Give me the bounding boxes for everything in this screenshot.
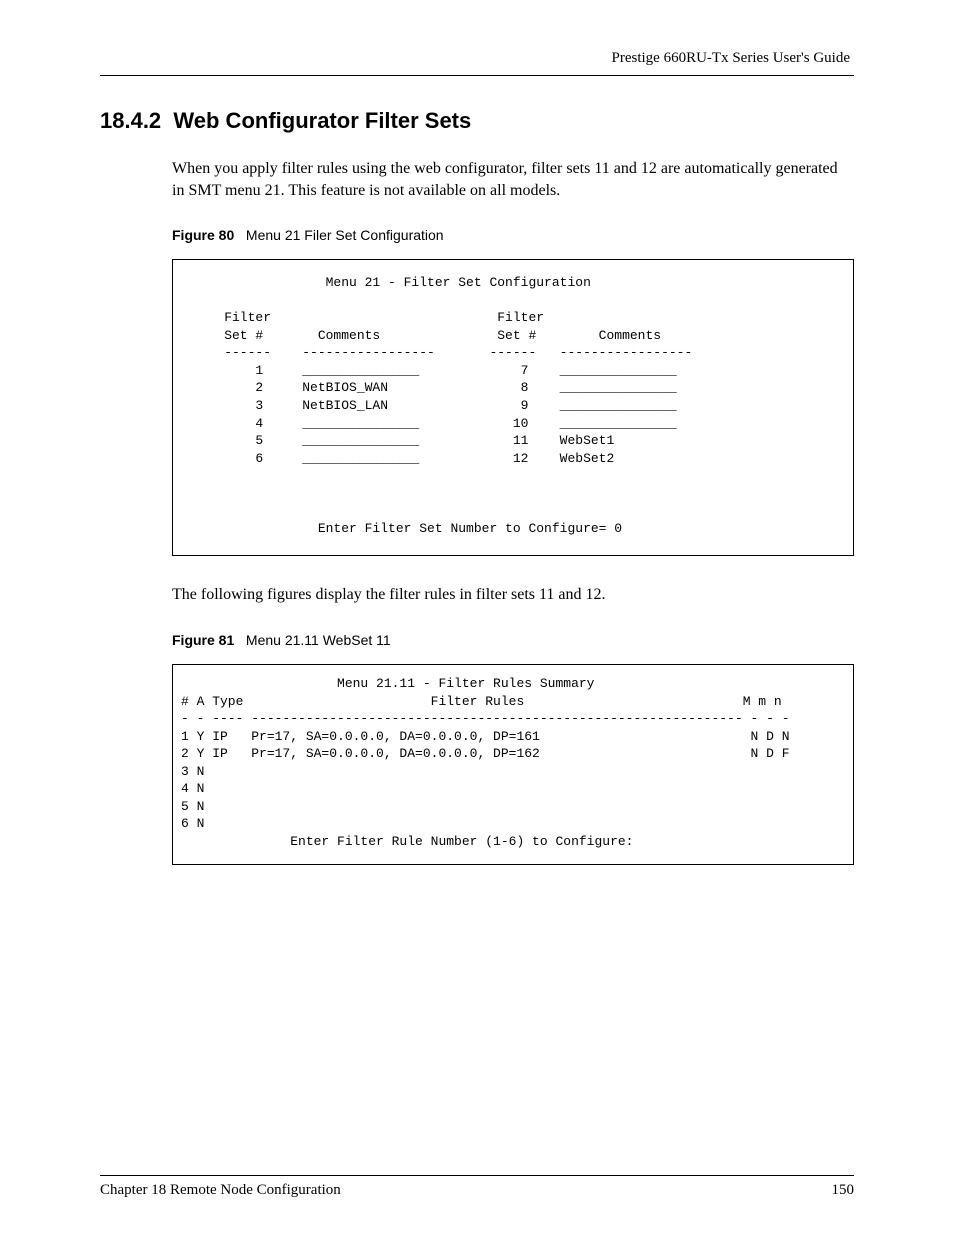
footer-page-number: 150 [832, 1182, 855, 1199]
figure-81-caption-text: Menu 21.11 WebSet 11 [246, 632, 391, 648]
figure-80-caption: Figure 80 Menu 21 Filer Set Configuratio… [172, 227, 854, 243]
header-guide-title: Prestige 660RU-Tx Series User's Guide [100, 50, 854, 67]
figure-81-label: Figure 81 [172, 632, 234, 648]
figure-80-label: Figure 80 [172, 227, 234, 243]
section-number: 18.4.2 [100, 108, 161, 133]
page-footer: Chapter 18 Remote Node Configuration 150 [100, 1175, 854, 1199]
figure-81-caption: Figure 81 Menu 21.11 WebSet 11 [172, 632, 854, 648]
figure-80-caption-text: Menu 21 Filer Set Configuration [246, 227, 444, 243]
after-fig80-paragraph: The following figures display the filter… [172, 584, 854, 606]
footer-divider [100, 1175, 854, 1176]
footer-chapter: Chapter 18 Remote Node Configuration [100, 1182, 341, 1199]
header-divider [100, 75, 854, 76]
section-heading: 18.4.2 Web Configurator Filter Sets [100, 108, 854, 134]
section-title-text: Web Configurator Filter Sets [173, 108, 471, 133]
terminal-menu-21: Menu 21 - Filter Set Configuration Filte… [172, 259, 854, 556]
terminal-menu-21-11: Menu 21.11 - Filter Rules Summary # A Ty… [172, 664, 854, 865]
intro-paragraph: When you apply filter rules using the we… [172, 158, 854, 201]
